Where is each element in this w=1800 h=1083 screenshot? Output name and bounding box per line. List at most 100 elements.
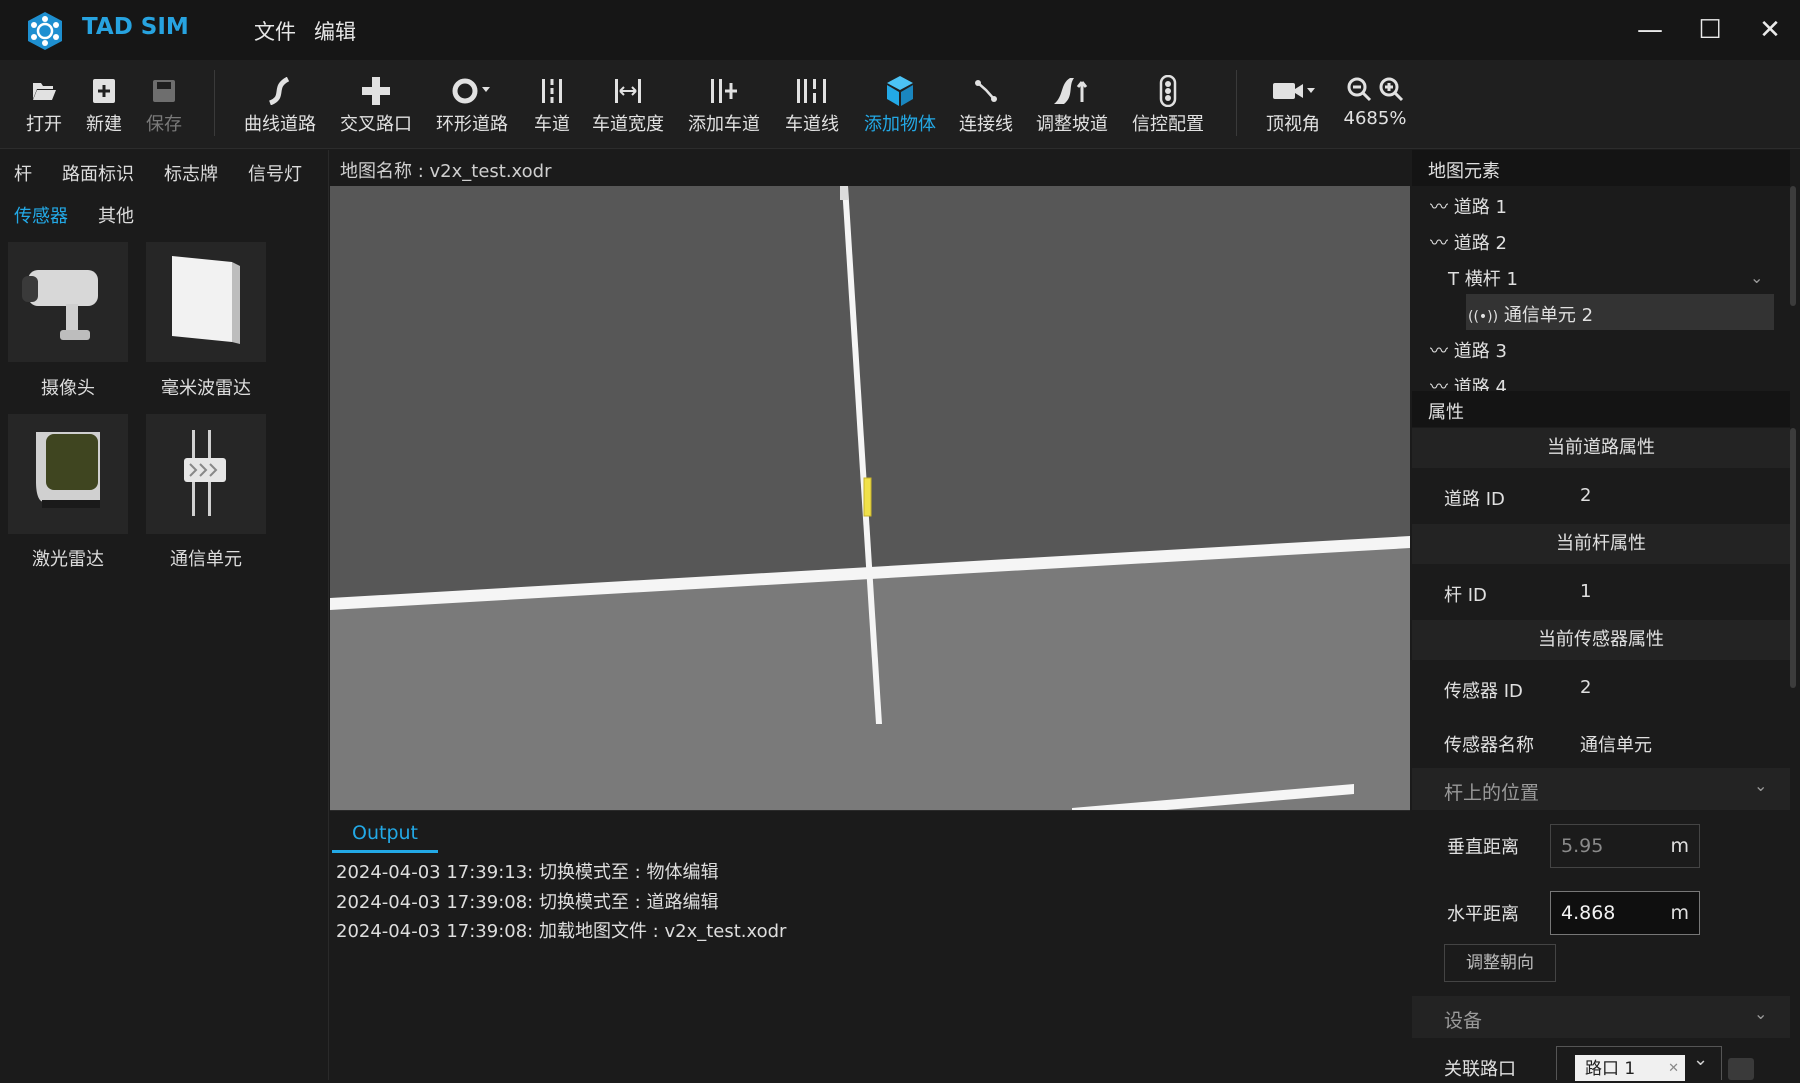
lane-line-label: 车道线 [785, 114, 839, 135]
tab-pole[interactable]: 杆 [14, 160, 32, 186]
output-panel [330, 810, 1410, 1081]
device-section-title: 设备 [1444, 1010, 1483, 1032]
chevron-down-icon[interactable]: ⌄ [1693, 1049, 1708, 1070]
slope-icon [1034, 74, 1110, 108]
scrollbar[interactable] [1790, 186, 1796, 306]
new-file-icon [82, 74, 126, 108]
app-title: TAD SIM [82, 14, 189, 40]
lane-line-icon [782, 74, 842, 108]
new-label: 新建 [86, 114, 122, 135]
camera-object-card[interactable] [8, 242, 128, 362]
zoom-out-icon[interactable] [1346, 76, 1372, 102]
close-button[interactable]: ✕ [1750, 12, 1790, 48]
junction-tag: 路口 1 ✕ [1575, 1055, 1685, 1081]
lidar-object-card[interactable] [8, 414, 128, 534]
lane-button[interactable]: 车道 [530, 74, 574, 136]
tab-road-marking[interactable]: 路面标识 [62, 160, 134, 186]
folder-open-icon [22, 74, 66, 108]
horizontal-distance-input[interactable]: 4.868 m [1550, 891, 1700, 935]
maximize-button[interactable]: ☐ [1690, 12, 1730, 48]
signal-config-button[interactable]: 信控配置 [1130, 74, 1206, 136]
chevron-down-icon[interactable]: ⌄ [1750, 268, 1763, 287]
zoom-level: 4685% [1343, 108, 1407, 129]
edit-junction-icon[interactable] [1728, 1058, 1754, 1080]
chevron-down-icon[interactable]: ⌄ [1754, 1004, 1767, 1023]
road-properties-group: 当前道路属性 [1412, 428, 1790, 468]
tab-sign[interactable]: 标志牌 [164, 160, 218, 186]
signal-icon: ((•)) [1468, 309, 1499, 325]
roundabout-label: 环形道路 [436, 114, 508, 135]
lane-icon [530, 74, 574, 108]
vertical-distance-input[interactable]: 5.95 m [1550, 824, 1700, 868]
road-icon: 〰 [1430, 197, 1448, 218]
map-name: 地图名称 : v2x_test.xodr [340, 161, 552, 182]
lane-line-button[interactable]: 车道线 [782, 74, 842, 136]
comm-unit-object-card[interactable] [146, 414, 266, 534]
top-view-label: 顶视角 [1266, 114, 1320, 135]
sensor-name-label: 传感器名称 [1444, 735, 1534, 756]
tree-item-road-3[interactable]: 〰 道路 3 [1430, 337, 1507, 363]
adjust-orientation-button[interactable]: 调整朝向 [1444, 944, 1556, 982]
map-viewport[interactable] [330, 186, 1410, 810]
pole-id-value: 1 [1580, 581, 1592, 602]
save-label: 保存 [146, 114, 182, 135]
tab-other[interactable]: 其他 [98, 202, 134, 228]
road-icon: 〰 [1430, 341, 1448, 362]
tab-traffic-light[interactable]: 信号灯 [248, 160, 302, 186]
junction-select[interactable]: 路口 1 ✕ ⌄ [1556, 1046, 1722, 1081]
menu-edit[interactable]: 编辑 [314, 16, 356, 46]
road-icon: 〰 [1430, 377, 1448, 391]
log-line: 2024-04-03 17:39:08: 切换模式至 : 道路编辑 [336, 892, 719, 913]
junction-label: 交叉路口 [340, 114, 412, 135]
curve-road-icon [240, 74, 320, 108]
junction-tag-text: 路口 1 [1585, 1059, 1636, 1079]
tree-item-pole-1[interactable]: T 横杆 1 [1448, 265, 1518, 291]
add-lane-button[interactable]: 添加车道 [686, 74, 762, 136]
new-button[interactable]: 新建 [82, 74, 126, 136]
connect-line-icon [958, 74, 1014, 108]
toolbar-separator [214, 70, 215, 136]
minimize-button[interactable]: — [1630, 12, 1670, 48]
add-lane-label: 添加车道 [688, 114, 760, 135]
traffic-light-icon [1130, 74, 1206, 108]
add-object-button[interactable]: 添加物体 [860, 74, 940, 136]
top-view-button[interactable]: 顶视角 [1258, 74, 1328, 136]
lane-width-label: 车道宽度 [592, 114, 664, 135]
pole-icon: T [1448, 269, 1459, 290]
pole-id-label: 杆 ID [1444, 585, 1487, 606]
tree-item-road-4[interactable]: 〰 道路 4 [1430, 373, 1507, 391]
lane-width-button[interactable]: 车道宽度 [590, 74, 666, 136]
curve-road-button[interactable]: 曲线道路 [240, 74, 320, 136]
lidar-icon [36, 432, 100, 508]
save-icon [142, 74, 186, 108]
adjust-slope-button[interactable]: 调整坡道 [1034, 74, 1110, 136]
junction-label: 关联路口 [1444, 1059, 1516, 1080]
radar-label: 毫米波雷达 [161, 378, 251, 399]
log-line: 2024-04-03 17:39:08: 加载地图文件 : v2x_test.x… [336, 921, 787, 942]
tree-item-comm-unit-2[interactable]: ((•)) 通信单元 2 [1468, 301, 1593, 327]
road-icon: 〰 [1430, 233, 1448, 254]
chevron-down-icon[interactable]: ⌄ [1754, 776, 1767, 795]
roundabout-button[interactable]: 环形道路 [432, 74, 512, 136]
connect-line-button[interactable]: 连接线 [958, 74, 1014, 136]
curve-road-label: 曲线道路 [244, 114, 316, 135]
comm-unit-icon [184, 430, 226, 516]
tree-item-road-2[interactable]: 〰 道路 2 [1430, 229, 1507, 255]
open-button[interactable]: 打开 [22, 74, 66, 136]
close-icon[interactable]: ✕ [1668, 1055, 1679, 1083]
tab-output[interactable]: Output [352, 822, 418, 844]
camera-label: 摄像头 [41, 378, 95, 399]
junction-button[interactable]: 交叉路口 [336, 74, 416, 136]
sensor-id-value: 2 [1580, 677, 1592, 698]
tree-item-road-1[interactable]: 〰 道路 1 [1430, 193, 1507, 219]
menu-file[interactable]: 文件 [254, 16, 296, 46]
map-elements-title: 地图元素 [1428, 161, 1500, 182]
comm-unit-marker [863, 477, 872, 517]
tab-sensor[interactable]: 传感器 [14, 202, 68, 228]
save-button[interactable]: 保存 [142, 74, 186, 136]
scrollbar[interactable] [1790, 428, 1796, 688]
road-scene[interactable] [330, 186, 1410, 810]
radar-object-card[interactable] [146, 242, 266, 362]
lane-width-icon [590, 74, 666, 108]
zoom-in-icon[interactable] [1378, 76, 1404, 102]
